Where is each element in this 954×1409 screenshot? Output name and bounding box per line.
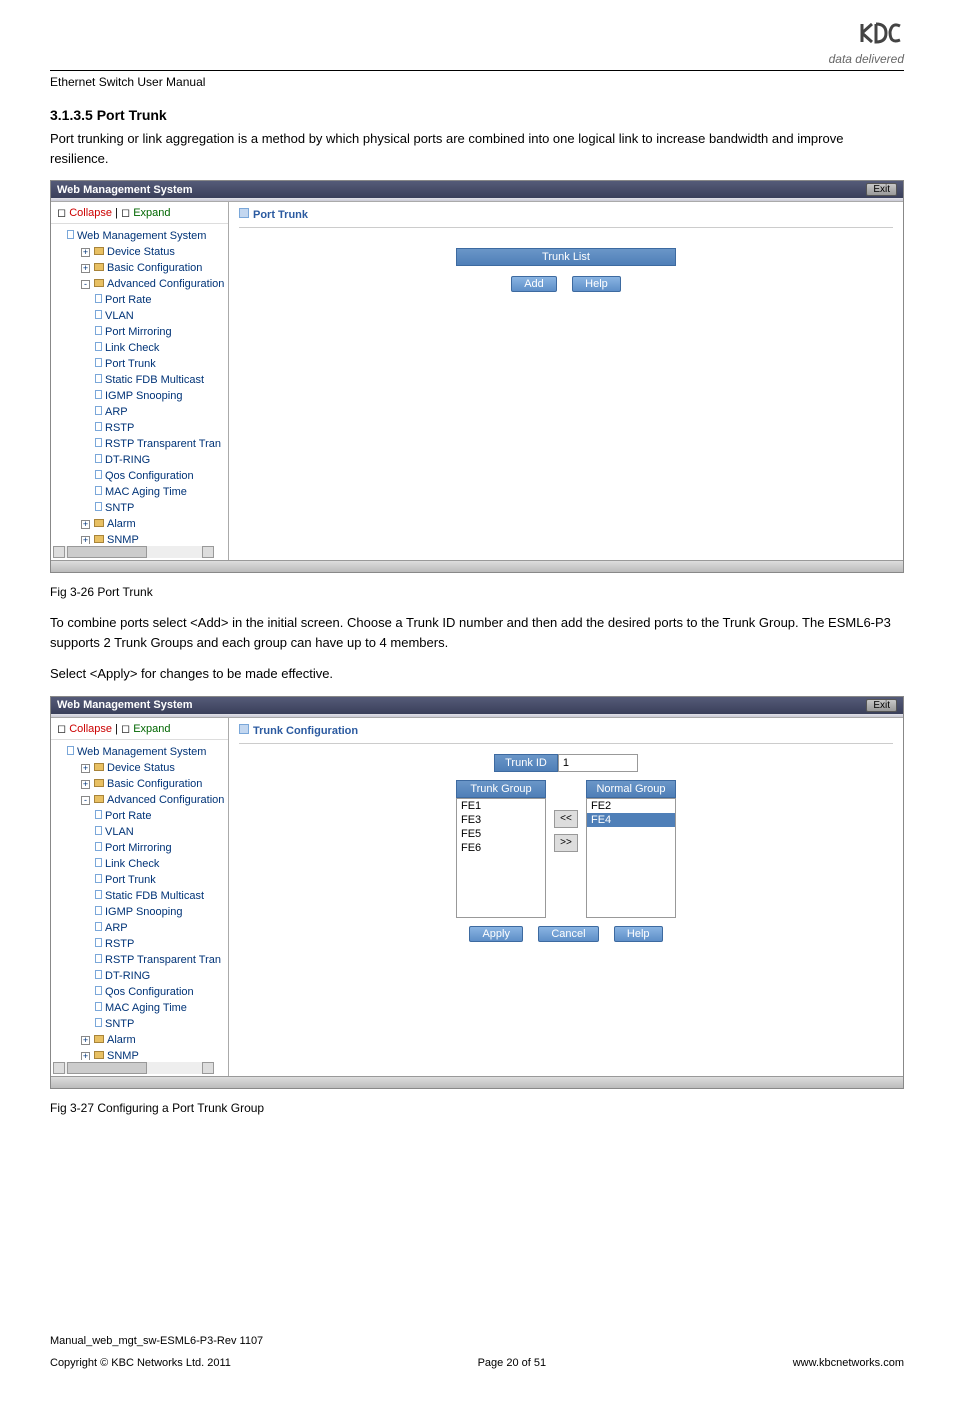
- tree-node[interactable]: +Device Status: [57, 244, 224, 260]
- sidebar-scrollbar[interactable]: [53, 1062, 214, 1074]
- intro-paragraph: Port trunking or link aggregation is a m…: [50, 129, 904, 168]
- doc-header: Ethernet Switch User Manual: [50, 75, 904, 89]
- exit-button[interactable]: Exit: [866, 699, 897, 712]
- tree-leaf[interactable]: Port Rate: [57, 292, 224, 308]
- tree-leaf[interactable]: ARP: [57, 920, 224, 936]
- collapse-link[interactable]: Collapse: [69, 207, 112, 219]
- tree-leaf[interactable]: SNTP: [57, 500, 224, 516]
- tree-node[interactable]: +Device Status: [57, 760, 224, 776]
- tree-node[interactable]: +SNMP: [57, 1048, 224, 1060]
- tree-root[interactable]: Web Management System: [57, 744, 224, 760]
- listbox-option[interactable]: FE2: [587, 799, 675, 813]
- tree-leaf[interactable]: Port Mirroring: [57, 324, 224, 340]
- panel-title: Trunk Configuration: [253, 725, 358, 737]
- figure-caption-27: Fig 3-27 Configuring a Port Trunk Group: [50, 1101, 904, 1115]
- tree-leaf[interactable]: IGMP Snooping: [57, 388, 224, 404]
- trunk-list-header: Trunk List: [456, 248, 676, 266]
- tree-leaf[interactable]: MAC Aging Time: [57, 1000, 224, 1016]
- expand-icon: ◻: [121, 207, 130, 219]
- expand-link[interactable]: Expand: [133, 207, 170, 219]
- footer-copyright: Copyright © KBC Networks Ltd. 2011: [50, 1357, 231, 1369]
- trunk-group-header: Trunk Group: [456, 780, 546, 798]
- tree-leaf[interactable]: Link Check: [57, 856, 224, 872]
- panel-title: Port Trunk: [253, 209, 308, 221]
- tree-node[interactable]: -Advanced Configuration: [57, 792, 224, 808]
- tree-leaf[interactable]: VLAN: [57, 824, 224, 840]
- listbox-option[interactable]: FE6: [457, 841, 545, 855]
- cancel-button[interactable]: Cancel: [538, 926, 598, 942]
- section-title: 3.1.3.5 Port Trunk: [50, 107, 904, 123]
- trunk-id-label: Trunk ID: [494, 754, 558, 772]
- listbox-option[interactable]: FE1: [457, 799, 545, 813]
- body-paragraph-1: To combine ports select <Add> in the ini…: [50, 613, 904, 652]
- tree-leaf[interactable]: Port Mirroring: [57, 840, 224, 856]
- tree-leaf[interactable]: Link Check: [57, 340, 224, 356]
- tree-node[interactable]: +Basic Configuration: [57, 776, 224, 792]
- expand-icon: ◻: [121, 723, 130, 735]
- body-paragraph-2: Select <Apply> for changes to be made ef…: [50, 664, 904, 684]
- normal-group-header: Normal Group: [586, 780, 676, 798]
- window-title: Web Management System: [57, 699, 193, 711]
- tree-leaf[interactable]: Port Trunk: [57, 356, 224, 372]
- tree-leaf[interactable]: Static FDB Multicast: [57, 888, 224, 904]
- move-left-button[interactable]: <<: [554, 810, 578, 828]
- sidebar-scrollbar[interactable]: [53, 546, 214, 558]
- listbox-option[interactable]: FE4: [587, 813, 675, 827]
- collapse-icon: ◻: [57, 207, 66, 219]
- tree-leaf[interactable]: RSTP: [57, 936, 224, 952]
- brand-logo: data delivered: [829, 20, 904, 66]
- tree-root[interactable]: Web Management System: [57, 228, 224, 244]
- brand-tagline: data delivered: [829, 52, 904, 66]
- tree-leaf[interactable]: Qos Configuration: [57, 984, 224, 1000]
- tree-leaf[interactable]: VLAN: [57, 308, 224, 324]
- tree-leaf[interactable]: RSTP Transparent Tran: [57, 436, 224, 452]
- exit-button[interactable]: Exit: [866, 183, 897, 196]
- tree-leaf[interactable]: Port Rate: [57, 808, 224, 824]
- tree-leaf[interactable]: Static FDB Multicast: [57, 372, 224, 388]
- listbox-option[interactable]: FE5: [457, 827, 545, 841]
- listbox-option[interactable]: FE3: [457, 813, 545, 827]
- expand-link[interactable]: Expand: [133, 723, 170, 735]
- window-title: Web Management System: [57, 184, 193, 196]
- figure-caption-26: Fig 3-26 Port Trunk: [50, 585, 904, 599]
- help-button[interactable]: Help: [614, 926, 663, 942]
- add-button[interactable]: Add: [511, 276, 557, 292]
- footer-filename: Manual_web_mgt_sw-ESML6-P3-Rev 1107: [50, 1335, 904, 1347]
- tree-leaf[interactable]: DT-RING: [57, 452, 224, 468]
- apply-button[interactable]: Apply: [469, 926, 523, 942]
- tree-leaf[interactable]: IGMP Snooping: [57, 904, 224, 920]
- tree-node[interactable]: +Alarm: [57, 516, 224, 532]
- screenshot-port-trunk: Web Management System Exit ◻ Collapse | …: [50, 180, 904, 573]
- trunk-id-input[interactable]: [558, 754, 638, 772]
- footer-url: www.kbcnetworks.com: [793, 1357, 904, 1369]
- tree-leaf[interactable]: MAC Aging Time: [57, 484, 224, 500]
- footer-page-number: Page 20 of 51: [478, 1357, 547, 1369]
- tree-leaf[interactable]: ARP: [57, 404, 224, 420]
- tree-node[interactable]: +SNMP: [57, 532, 224, 544]
- tree-node[interactable]: +Basic Configuration: [57, 260, 224, 276]
- screenshot-trunk-config: Web Management System Exit ◻ Collapse | …: [50, 696, 904, 1089]
- tree-leaf[interactable]: Port Trunk: [57, 872, 224, 888]
- panel-icon: [239, 208, 249, 218]
- help-button[interactable]: Help: [572, 276, 621, 292]
- tree-leaf[interactable]: SNTP: [57, 1016, 224, 1032]
- collapse-link[interactable]: Collapse: [69, 723, 112, 735]
- trunk-group-listbox[interactable]: FE1FE3FE5FE6: [456, 798, 546, 918]
- tree-node[interactable]: +Alarm: [57, 1032, 224, 1048]
- move-right-button[interactable]: >>: [554, 834, 578, 852]
- panel-icon: [239, 724, 249, 734]
- tree-leaf[interactable]: RSTP: [57, 420, 224, 436]
- tree-leaf[interactable]: Qos Configuration: [57, 468, 224, 484]
- tree-leaf[interactable]: RSTP Transparent Tran: [57, 952, 224, 968]
- tree-leaf[interactable]: DT-RING: [57, 968, 224, 984]
- collapse-icon: ◻: [57, 723, 66, 735]
- normal-group-listbox[interactable]: FE2FE4: [586, 798, 676, 918]
- tree-node[interactable]: -Advanced Configuration: [57, 276, 224, 292]
